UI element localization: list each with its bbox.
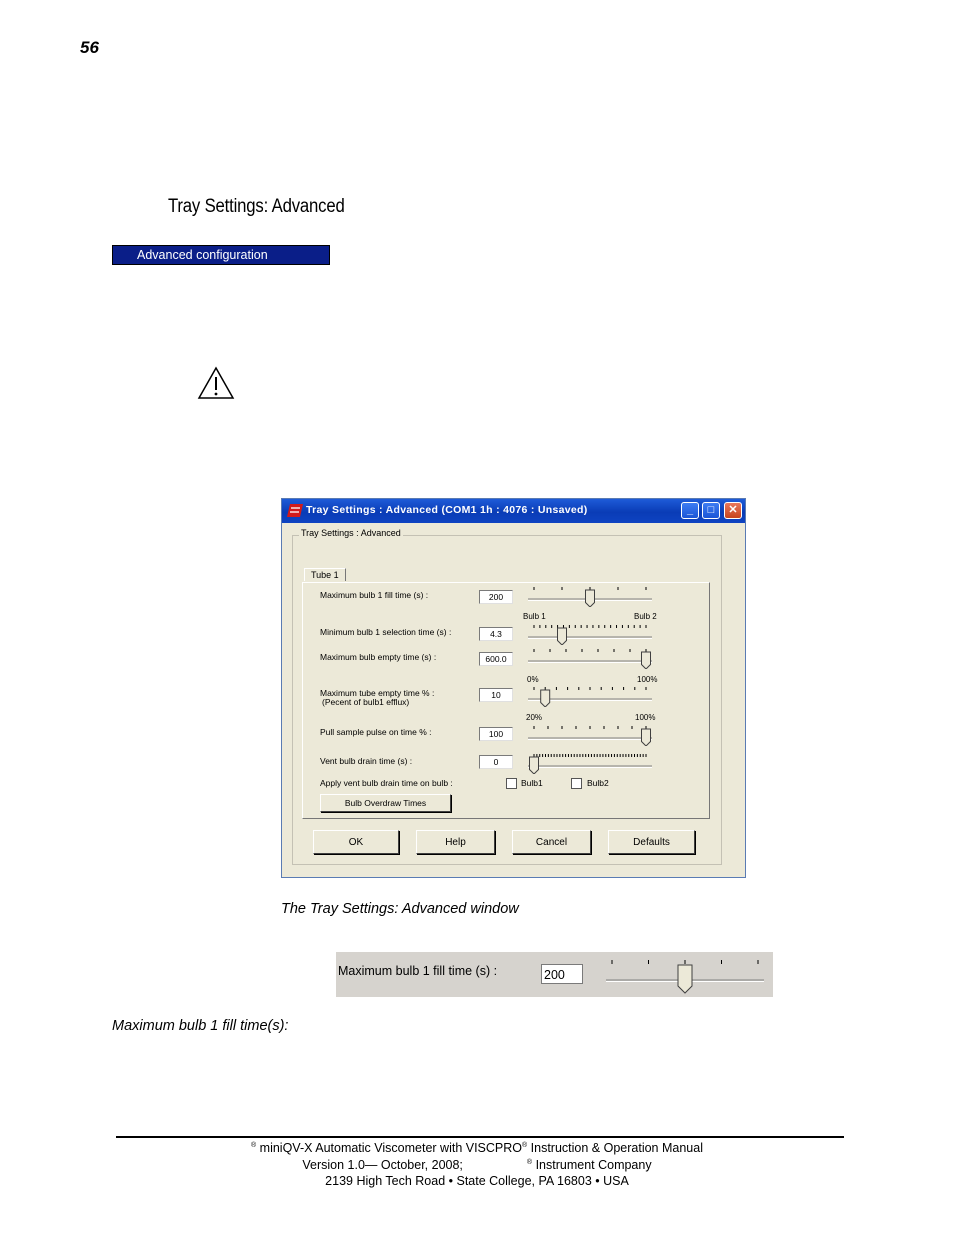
- bulb1-checkbox-label: Bulb1: [521, 778, 543, 788]
- slider-thumb: [585, 589, 595, 608]
- min-select-label: Minimum bulb 1 selection time (s) :: [320, 627, 452, 637]
- max-empty-field[interactable]: 600.0: [479, 652, 513, 666]
- maximize-icon[interactable]: □: [702, 502, 720, 519]
- bulb-1-label: Bulb 1: [523, 612, 546, 621]
- slider-graphic: [528, 649, 652, 670]
- bulb1-checkbox[interactable]: [506, 778, 517, 789]
- footer-rule: [116, 1136, 844, 1138]
- min-select-slider[interactable]: [528, 623, 652, 646]
- footer-product: miniQV-X Automatic Viscometer with VISCP…: [256, 1141, 523, 1155]
- max-fill-label: Maximum bulb 1 fill time (s) :: [320, 590, 429, 600]
- zoom-fill-field[interactable]: 200: [541, 964, 583, 984]
- help-button[interactable]: Help: [416, 830, 495, 854]
- tab-tube-1[interactable]: Tube 1: [304, 568, 346, 581]
- slider-thumb: [641, 651, 651, 670]
- group-label: Tray Settings : Advanced: [299, 528, 403, 538]
- cancel-button[interactable]: Cancel: [512, 830, 591, 854]
- vent-drain-label: Vent bulb drain time (s) :: [320, 756, 413, 766]
- apply-vent-label: Apply vent bulb drain time on bulb :: [320, 778, 453, 788]
- footer-line-1: ® miniQV-X Automatic Viscometer with VIS…: [0, 1141, 954, 1155]
- section-heading: Tray Settings: Advanced: [168, 196, 345, 217]
- vent-drain-field[interactable]: 0: [479, 755, 513, 769]
- caption-max-fill-time: Maximum bulb 1 fill time(s):: [112, 1018, 289, 1034]
- max-empty-label: Maximum bulb empty time (s) :: [320, 652, 437, 662]
- slider-thumb: [529, 756, 539, 775]
- bulb-2-label: Bulb 2: [634, 612, 657, 621]
- page-number: 56: [80, 38, 99, 57]
- zero-percent-label: 0%: [527, 675, 539, 684]
- footer-line-2: Version 1.0— October, 2008; ® Instrument …: [0, 1158, 954, 1172]
- footer-company: Instrument Company: [532, 1158, 652, 1172]
- footer-line-3: 2139 High Tech Road • State College, PA …: [325, 1174, 629, 1188]
- slider-graphic: [528, 587, 652, 608]
- slider-thumb: [641, 728, 651, 747]
- zoom-fill-label: Maximum bulb 1 fill time (s) :: [338, 964, 498, 978]
- close-icon[interactable]: ✕: [724, 502, 742, 519]
- minimize-icon[interactable]: _: [681, 502, 699, 519]
- slider-graphic: [528, 687, 652, 708]
- slider-graphic: [606, 960, 764, 994]
- bulb2-checkbox-label: Bulb2: [587, 778, 609, 788]
- footer-version: Version 1.0— October, 2008;: [302, 1158, 463, 1172]
- slider-thumb: [677, 964, 693, 994]
- slider-graphic: [528, 726, 652, 747]
- defaults-button[interactable]: Defaults: [608, 830, 695, 854]
- tube-empty-field[interactable]: 10: [479, 688, 513, 702]
- warning-triangle-icon: [197, 366, 235, 399]
- twenty-percent-label: 20%: [526, 713, 543, 722]
- title-bar[interactable]: Tray Settings : Advanced (COM1 1h : 4076…: [282, 499, 745, 523]
- min-select-field[interactable]: 4.3: [479, 627, 513, 641]
- max-fill-slider[interactable]: [528, 585, 652, 608]
- app-logo-icon: [287, 504, 303, 517]
- slider-graphic: [528, 625, 652, 646]
- tube-empty-sublabel: (Pecent of bulb1 efflux): [322, 697, 410, 707]
- pull-sample-field[interactable]: 100: [479, 727, 513, 741]
- hundred-percent-label: 100%: [637, 675, 658, 684]
- pull-hundred-percent-label: 100%: [635, 713, 656, 722]
- pull-sample-slider[interactable]: [528, 724, 652, 747]
- vent-drain-slider[interactable]: [528, 752, 652, 775]
- max-fill-field[interactable]: 200: [479, 590, 513, 604]
- ok-button[interactable]: OK: [313, 830, 399, 854]
- figure-caption-window: The Tray Settings: Advanced window: [281, 901, 519, 917]
- window-title: Tray Settings : Advanced (COM1 1h : 4076…: [306, 504, 588, 516]
- footer-manual: Instruction & Operation Manual: [527, 1141, 703, 1155]
- zoom-fill-slider[interactable]: [606, 958, 764, 994]
- bulb2-checkbox[interactable]: [571, 778, 582, 789]
- tube-empty-slider[interactable]: [528, 685, 652, 708]
- tray-settings-advanced-dialog: Tray Settings : Advanced (COM1 1h : 4076…: [281, 498, 746, 878]
- slider-graphic: [528, 754, 652, 775]
- max-empty-slider[interactable]: [528, 647, 652, 670]
- bulb-overdraw-times-button[interactable]: Bulb Overdraw Times: [320, 794, 451, 812]
- pull-sample-label: Pull sample pulse on time % :: [320, 727, 432, 737]
- slider-thumb: [540, 689, 551, 708]
- zoom-fill-time-strip: Maximum bulb 1 fill time (s) : 200: [336, 952, 773, 997]
- menu-item-advanced-configuration[interactable]: Advanced configuration: [112, 245, 330, 265]
- slider-thumb: [557, 627, 567, 646]
